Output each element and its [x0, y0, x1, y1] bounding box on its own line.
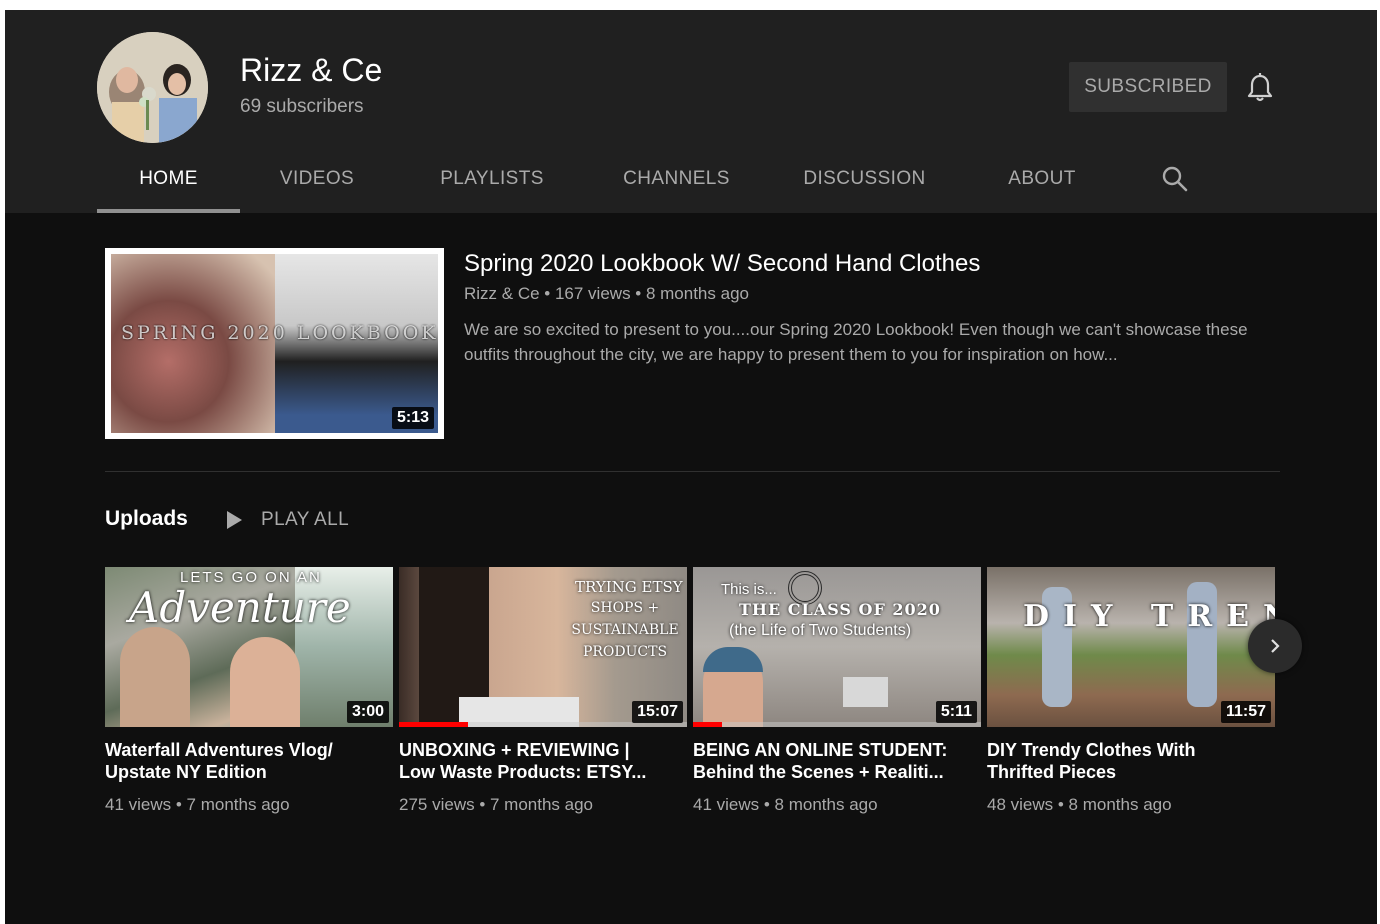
- video-title-line-1: DIY Trendy Clothes With: [987, 740, 1196, 760]
- video-title-line-1: UNBOXING + REVIEWING |: [399, 740, 630, 760]
- tab-channels[interactable]: CHANNELS: [610, 158, 743, 213]
- play-all-button[interactable]: PLAY ALL: [227, 508, 349, 532]
- video-title[interactable]: Waterfall Adventures Vlog/ Upstate NY Ed…: [105, 739, 393, 783]
- laptop-shape: [843, 677, 888, 707]
- play-all-label: PLAY ALL: [261, 509, 350, 530]
- video-title[interactable]: DIY Trendy Clothes With Thrifted Pieces: [987, 739, 1275, 783]
- channel-header: Rizz & Ce 69 subscribers SUBSCRIBED HOME…: [5, 10, 1377, 213]
- carousel-next-button[interactable]: [1248, 619, 1302, 673]
- video-card[interactable]: DIY TRENDS 11:57 DIY Trendy Clothes With…: [987, 567, 1275, 815]
- beanie-shape: [703, 647, 763, 672]
- video-title-line-2: Upstate NY Edition: [105, 762, 267, 782]
- video-meta: 41 views • 8 months ago: [693, 795, 878, 814]
- video-thumbnail[interactable]: This is... THE CLASS OF 2020 (the Life o…: [693, 567, 981, 727]
- tab-about[interactable]: ABOUT: [992, 158, 1092, 213]
- thumbnail-caption-4: PRODUCTS: [582, 644, 668, 660]
- video-title[interactable]: UNBOXING + REVIEWING | Low Waste Product…: [399, 739, 687, 783]
- watch-progress-bar: [693, 722, 722, 727]
- person-right: [230, 637, 300, 727]
- featured-meta: Rizz & Ce • 167 views • 8 months ago: [464, 284, 749, 303]
- subscribed-button[interactable]: SUBSCRIBED: [1069, 62, 1227, 112]
- search-icon[interactable]: [1160, 164, 1190, 194]
- video-meta: 41 views • 7 months ago: [105, 795, 290, 814]
- video-duration: 3:00: [346, 701, 389, 723]
- uploads-heading[interactable]: Uploads: [105, 507, 188, 531]
- featured-video-thumbnail[interactable]: SPRING 2020 LOOKBOOK 5:13: [105, 248, 444, 439]
- subscriber-count: 69 subscribers: [240, 96, 364, 117]
- thumbnail-caption-3: (the Life of Two Students): [729, 622, 912, 639]
- video-card[interactable]: This is... THE CLASS OF 2020 (the Life o…: [693, 567, 981, 815]
- thumbnail-caption-1: This is...: [721, 581, 777, 598]
- video-meta: 48 views • 8 months ago: [987, 795, 1172, 814]
- thumbnail-caption-main: Adventure: [129, 583, 351, 632]
- video-title-line-2: Low Waste Products: ETSY...: [399, 762, 647, 782]
- chevron-right-icon: [1271, 639, 1280, 653]
- channel-name: Rizz & Ce: [240, 52, 383, 88]
- channel-avatar[interactable]: [97, 32, 208, 143]
- featured-thumbnail-text: SPRING 2020 LOOKBOOK: [121, 322, 438, 344]
- tab-videos[interactable]: VIDEOS: [262, 158, 372, 213]
- video-duration: 15:07: [632, 701, 683, 723]
- video-card[interactable]: LETS GO ON AN Adventure 3:00 Waterfall A…: [105, 567, 393, 815]
- featured-duration: 5:13: [391, 407, 434, 429]
- play-icon: [227, 511, 242, 529]
- video-title-line-1: BEING AN ONLINE STUDENT:: [693, 740, 948, 760]
- video-meta: 275 views • 7 months ago: [399, 795, 594, 814]
- watch-progress-bar: [399, 722, 469, 727]
- tab-playlists[interactable]: PLAYLISTS: [427, 158, 557, 213]
- video-thumbnail[interactable]: TRYING ETSY SHOPS + SUSTAINABLE PRODUCTS…: [399, 567, 687, 727]
- youtube-channel-page: Rizz & Ce 69 subscribers SUBSCRIBED HOME…: [5, 10, 1377, 924]
- video-title-line-2: Behind the Scenes + Realiti...: [693, 762, 944, 782]
- person-left: [120, 627, 190, 727]
- thumbnail-caption-main: DIY TRENDS: [1023, 599, 1275, 634]
- video-thumbnail[interactable]: DIY TRENDS 11:57: [987, 567, 1275, 727]
- video-title-line-2: Thrifted Pieces: [987, 762, 1117, 782]
- notification-bell-icon[interactable]: [1245, 72, 1275, 104]
- thumbnail-caption-2: SHOPS +: [590, 600, 660, 616]
- video-card[interactable]: TRYING ETSY SHOPS + SUSTAINABLE PRODUCTS…: [399, 567, 687, 815]
- video-title[interactable]: BEING AN ONLINE STUDENT: Behind the Scen…: [693, 739, 981, 783]
- tab-discussion[interactable]: DISCUSSION: [797, 158, 932, 213]
- video-thumbnail[interactable]: LETS GO ON AN Adventure 3:00: [105, 567, 393, 727]
- video-duration: 11:57: [1220, 701, 1271, 723]
- featured-thumbnail-image: SPRING 2020 LOOKBOOK 5:13: [111, 254, 438, 433]
- featured-description: We are so excited to present to you....o…: [464, 320, 1248, 364]
- video-title-line-1: Waterfall Adventures Vlog/: [105, 740, 333, 760]
- section-divider: [105, 471, 1280, 472]
- featured-title[interactable]: Spring 2020 Lookbook W/ Second Hand Clot…: [464, 250, 980, 278]
- thumbnail-caption-2: THE CLASS OF 2020: [739, 600, 941, 619]
- video-duration: 5:11: [935, 701, 977, 723]
- tab-home[interactable]: HOME: [97, 158, 240, 213]
- thumbnail-caption-3: SUSTAINABLE: [571, 622, 679, 638]
- thumbnail-caption-1: TRYING ETSY: [575, 578, 683, 596]
